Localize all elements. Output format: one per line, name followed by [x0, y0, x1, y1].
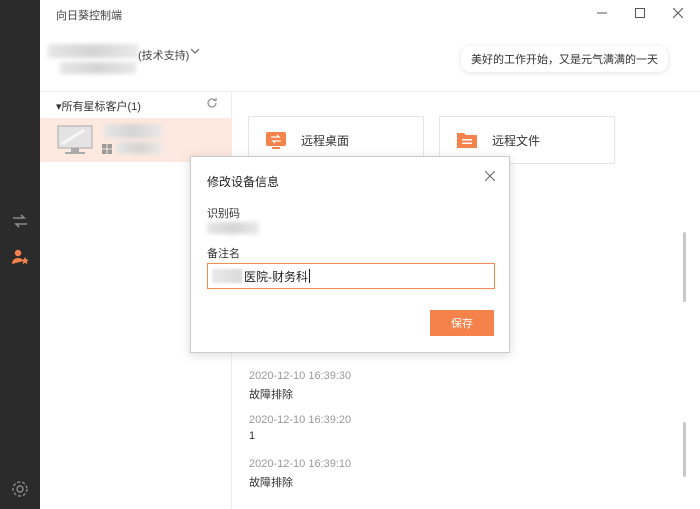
device-name-masked	[104, 124, 162, 138]
minimize-button[interactable]	[592, 4, 612, 22]
device-group-title[interactable]: ▾所有星标客户(1)	[56, 98, 141, 114]
starred-contacts-icon[interactable]	[9, 246, 31, 268]
log-text: 故障排除	[249, 389, 293, 401]
log-entry: 2020-12-10 16:39:10 故障排除	[249, 458, 351, 490]
computer-icon	[57, 125, 93, 154]
remote-file-label: 远程文件	[492, 133, 541, 148]
edit-device-dialog: 修改设备信息 识别码 备注名 医院-财务科 保存	[190, 156, 510, 353]
account-name-masked	[48, 44, 138, 58]
log-timestamp: 2020-12-10 16:39:10	[249, 458, 352, 470]
remote-connect-icon[interactable]	[9, 210, 31, 232]
remark-name-input[interactable]: 医院-财务科	[207, 263, 495, 289]
dialog-title: 修改设备信息	[207, 175, 280, 189]
device-id-masked	[116, 142, 162, 154]
log-entry: 2020-12-10 16:39:20 1	[249, 414, 351, 442]
scrollbar-thumb-secondary[interactable]	[683, 422, 686, 477]
log-text: 故障排除	[249, 477, 293, 489]
left-rail	[0, 0, 40, 509]
log-timestamp: 2020-12-10 16:39:20	[249, 414, 352, 426]
text-caret	[309, 269, 310, 283]
remark-name-label: 备注名	[207, 248, 240, 260]
remark-name-masked-part	[212, 269, 242, 283]
remote-file-icon	[457, 133, 477, 148]
windows-icon	[102, 144, 112, 154]
title-bar: 向日葵控制端	[40, 0, 700, 28]
close-window-button[interactable]	[668, 4, 688, 22]
close-icon	[485, 171, 495, 181]
id-code-label: 识别码	[207, 208, 240, 220]
close-icon	[673, 8, 683, 18]
dialog-close-button[interactable]	[483, 169, 497, 183]
app-title: 向日葵控制端	[56, 10, 122, 22]
refresh-icon[interactable]	[206, 97, 218, 109]
log-text: 1	[249, 430, 256, 442]
account-header: (技术支持) 美好的工作开始，又是元气满满的一天	[40, 28, 700, 92]
maximize-icon	[635, 8, 645, 18]
remark-name-value: 医院-财务科	[244, 269, 308, 284]
remote-desktop-label: 远程桌面	[301, 133, 350, 148]
account-role: (技术支持)	[138, 50, 190, 62]
account-id-masked	[60, 62, 136, 74]
maximize-button[interactable]	[630, 4, 650, 22]
remote-desktop-icon	[266, 132, 286, 149]
scrollbar-thumb[interactable]	[683, 232, 686, 302]
settings-gear-icon[interactable]	[9, 478, 31, 500]
log-timestamp: 2020-12-10 16:39:30	[249, 370, 352, 382]
minimize-icon	[597, 12, 607, 14]
log-entry: 2020-12-10 16:39:30 故障排除	[249, 370, 351, 402]
greeting-bubble: 美好的工作开始，又是元气满满的一天	[461, 46, 668, 72]
id-code-value-masked	[207, 222, 259, 234]
save-button[interactable]: 保存	[430, 310, 494, 336]
chevron-down-icon[interactable]	[190, 46, 200, 56]
